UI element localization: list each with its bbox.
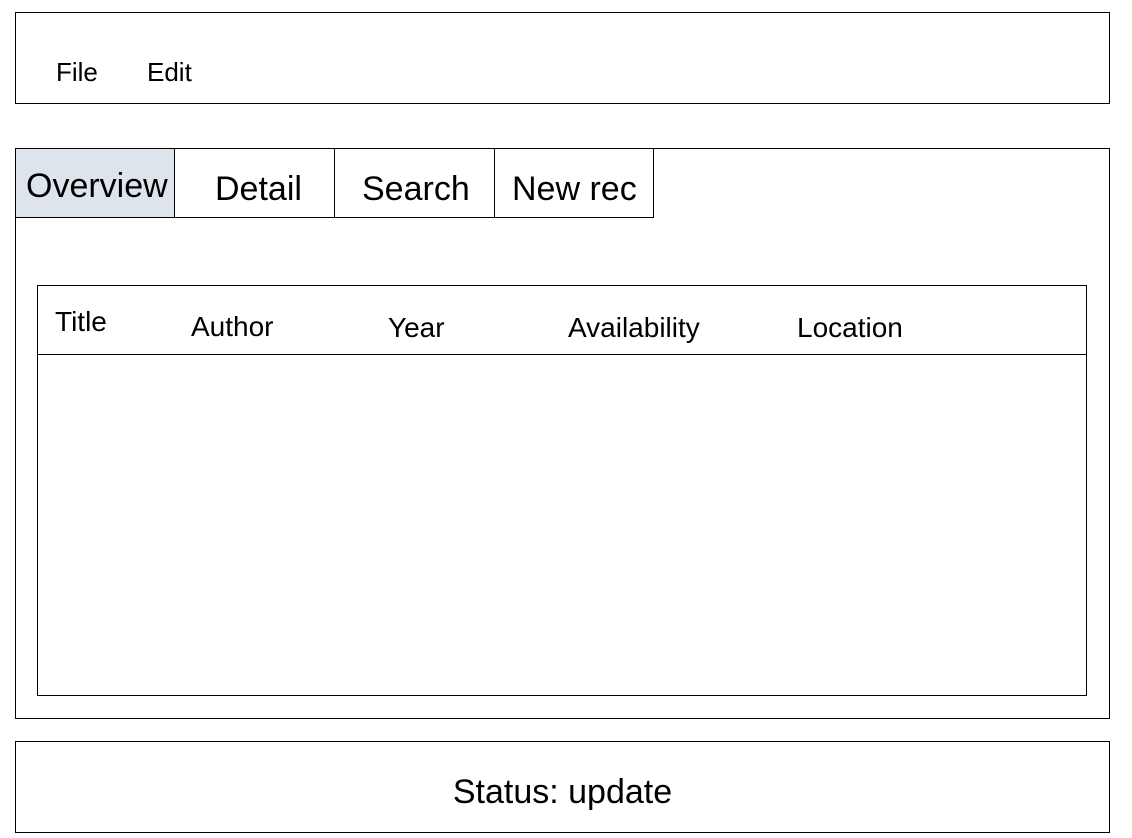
column-header-year[interactable]: Year	[388, 312, 445, 344]
table-body[interactable]	[38, 355, 1086, 695]
records-table: Title Author Year Availability Location	[37, 285, 1087, 696]
tab-new-rec[interactable]: New rec	[494, 148, 654, 218]
tab-overview[interactable]: Overview	[15, 148, 176, 218]
column-header-availability[interactable]: Availability	[568, 312, 700, 344]
column-header-author[interactable]: Author	[191, 311, 274, 343]
tab-search[interactable]: Search	[334, 148, 495, 218]
tab-overview-label: Overview	[26, 167, 168, 205]
menu-file[interactable]: File	[56, 57, 98, 87]
tab-detail-label: Detail	[215, 170, 302, 208]
column-header-location[interactable]: Location	[797, 312, 903, 344]
column-header-title[interactable]: Title	[55, 306, 107, 338]
menu-bar: File Edit	[15, 12, 1110, 104]
status-text: Status: update	[452, 773, 673, 811]
tab-search-label: Search	[362, 170, 470, 208]
tab-new-rec-label: New rec	[512, 170, 637, 208]
menu-edit[interactable]: Edit	[147, 57, 192, 87]
tab-detail[interactable]: Detail	[174, 148, 335, 218]
table-header: Title Author Year Availability Location	[38, 286, 1086, 355]
status-bar: Status: update	[15, 741, 1110, 833]
